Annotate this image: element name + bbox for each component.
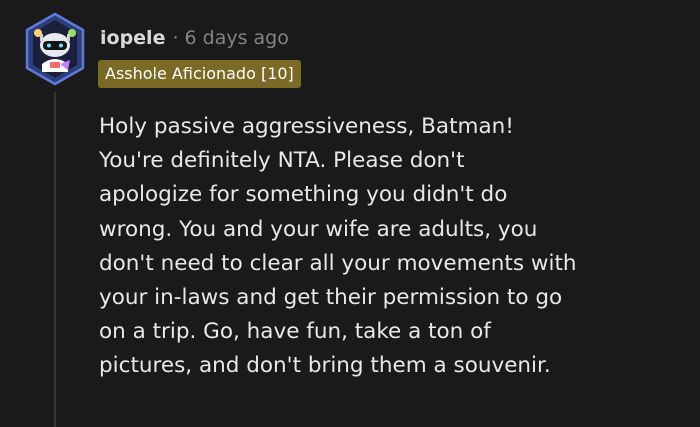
username-link[interactable]: iopele xyxy=(100,27,165,49)
comment-header: iopele · 6 days ago xyxy=(100,24,289,52)
comment-card: iopele · 6 days ago Asshole Aficionado [… xyxy=(0,0,700,427)
header-separator: · xyxy=(172,27,179,49)
thread-line[interactable] xyxy=(54,92,56,427)
comment-body-text: Holy passive aggressiveness, Batman! You… xyxy=(99,114,577,379)
user-flair-badge: Asshole Aficionado [10] xyxy=(98,60,301,88)
timestamp-link[interactable]: 6 days ago xyxy=(185,27,289,49)
user-avatar-icon[interactable] xyxy=(24,12,86,86)
